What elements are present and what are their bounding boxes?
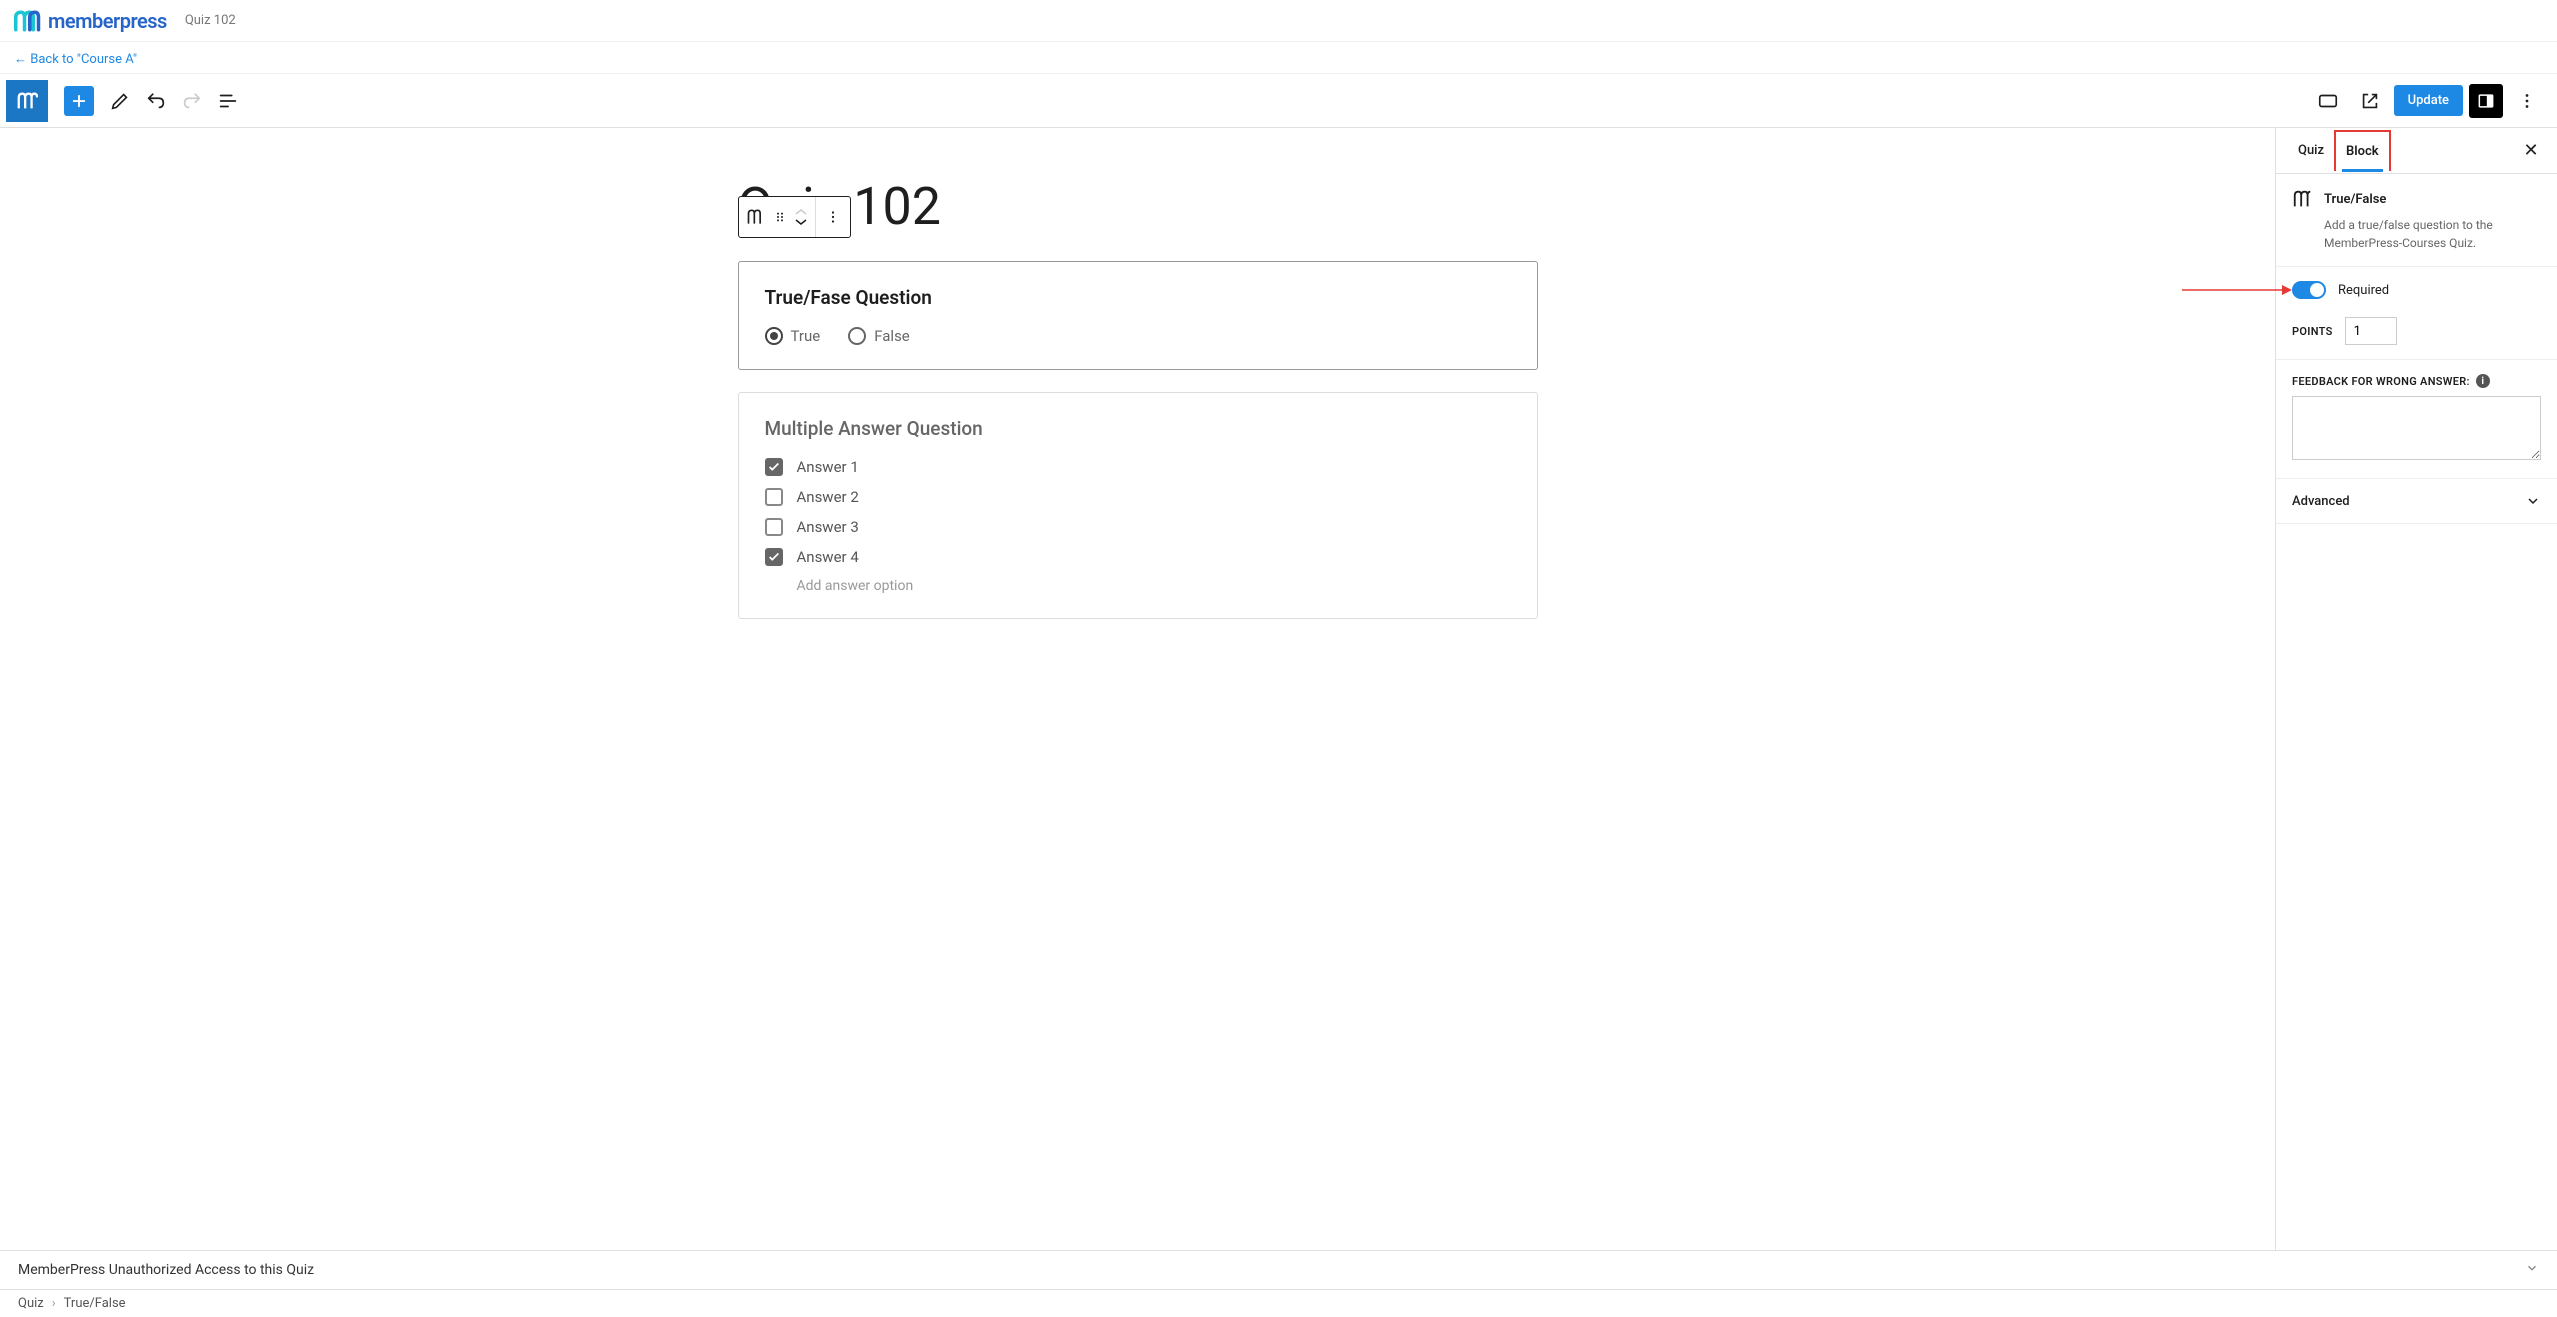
edit-mode-button[interactable] <box>102 83 138 119</box>
advanced-panel-toggle[interactable]: Advanced <box>2276 479 2557 524</box>
points-input[interactable] <box>2345 317 2397 345</box>
editor-toolbar: Update <box>0 74 2557 128</box>
block-toolbar <box>738 196 851 238</box>
breadcrumb-bar: Quiz › True/False <box>0 1289 2557 1317</box>
block-type-m-icon <box>2292 188 2314 210</box>
answer-item[interactable]: Answer 1 <box>765 458 1511 476</box>
arrow-indicator-icon <box>2182 283 2292 297</box>
quiz-title[interactable]: Quiz 102 <box>738 176 1538 237</box>
breadcrumb-separator-icon: › <box>52 1296 56 1311</box>
drag-handle-icon[interactable] <box>769 206 791 228</box>
editor-canvas[interactable]: Quiz 102 <box>0 128 2275 1250</box>
add-block-button[interactable] <box>64 86 94 116</box>
external-preview-button[interactable] <box>2352 83 2388 119</box>
add-answer-button[interactable]: Add answer option <box>797 578 1511 594</box>
back-link[interactable]: ← Back to "Course A" <box>14 52 137 67</box>
answer-item[interactable]: Answer 4 <box>765 548 1511 566</box>
true-false-block[interactable]: True/Fase Question True False <box>738 261 1538 370</box>
question-title[interactable]: Multiple Answer Question <box>765 417 1511 440</box>
back-link-bar: ← Back to "Course A" <box>0 42 2557 74</box>
answer-label: Answer 4 <box>797 548 859 566</box>
checkbox-checked-icon[interactable] <box>765 548 783 566</box>
document-outline-button[interactable] <box>210 83 246 119</box>
brand-subtitle: Quiz 102 <box>185 13 236 28</box>
brand-name: memberpress <box>48 9 167 33</box>
feedback-textarea[interactable] <box>2292 396 2541 460</box>
chevron-up-icon[interactable] <box>793 207 809 217</box>
tab-block[interactable]: Block <box>2334 130 2391 171</box>
checkbox-icon[interactable] <box>765 518 783 536</box>
move-arrows[interactable] <box>793 207 809 227</box>
required-toggle[interactable] <box>2292 281 2326 299</box>
brand-logo: memberpress <box>14 9 167 33</box>
radio-icon-checked <box>765 327 783 345</box>
feedback-label: FEEDBACK FOR WRONG ANSWER: <box>2292 375 2470 388</box>
chevron-down-icon <box>2525 493 2541 509</box>
radio-false[interactable]: False <box>848 327 910 345</box>
advanced-label: Advanced <box>2292 494 2350 509</box>
settings-sidebar: Quiz Block ✕ True/False Add a true/false… <box>2275 128 2557 1250</box>
update-button[interactable]: Update <box>2394 85 2463 116</box>
question-title[interactable]: True/Fase Question <box>765 286 1511 309</box>
checkbox-checked-icon[interactable] <box>765 458 783 476</box>
answer-label: Answer 3 <box>797 518 859 536</box>
tab-quiz[interactable]: Quiz <box>2288 131 2334 170</box>
answer-label: Answer 2 <box>797 488 859 506</box>
device-preview-button[interactable] <box>2310 83 2346 119</box>
radio-true[interactable]: True <box>765 327 821 345</box>
radio-label: True <box>791 327 821 345</box>
footer-message: MemberPress Unauthorized Access to this … <box>18 1262 314 1278</box>
radio-icon <box>848 327 866 345</box>
checkbox-icon[interactable] <box>765 488 783 506</box>
breadcrumb-current[interactable]: True/False <box>64 1296 126 1311</box>
breadcrumb-root[interactable]: Quiz <box>18 1296 44 1311</box>
multiple-answer-block[interactable]: Multiple Answer Question Answer 1 Answer… <box>738 392 1538 619</box>
redo-button[interactable] <box>174 83 210 119</box>
answer-label: Answer 1 <box>797 458 859 476</box>
required-label: Required <box>2338 283 2389 298</box>
info-icon[interactable]: i <box>2476 374 2490 388</box>
undo-button[interactable] <box>138 83 174 119</box>
points-label: POINTS <box>2292 325 2333 338</box>
radio-label: False <box>874 327 910 345</box>
answer-item[interactable]: Answer 3 <box>765 518 1511 536</box>
footer-bar: MemberPress Unauthorized Access to this … <box>0 1250 2557 1289</box>
chevron-down-icon[interactable] <box>793 217 809 227</box>
close-sidebar-button[interactable]: ✕ <box>2517 137 2545 165</box>
block-type-name: True/False <box>2324 192 2386 207</box>
block-type-icon[interactable] <box>745 206 767 228</box>
brand-bar: memberpress Quiz 102 <box>0 0 2557 42</box>
chevron-down-icon[interactable] <box>2525 1261 2539 1279</box>
memberpress-logo-icon <box>14 9 42 33</box>
sidebar-toggle-button[interactable] <box>2469 84 2503 118</box>
answer-item[interactable]: Answer 2 <box>765 488 1511 506</box>
app-logo-square[interactable] <box>6 80 48 122</box>
block-type-description: Add a true/false question to the MemberP… <box>2324 216 2541 252</box>
more-options-button[interactable] <box>2509 83 2545 119</box>
block-more-icon[interactable] <box>822 206 844 228</box>
